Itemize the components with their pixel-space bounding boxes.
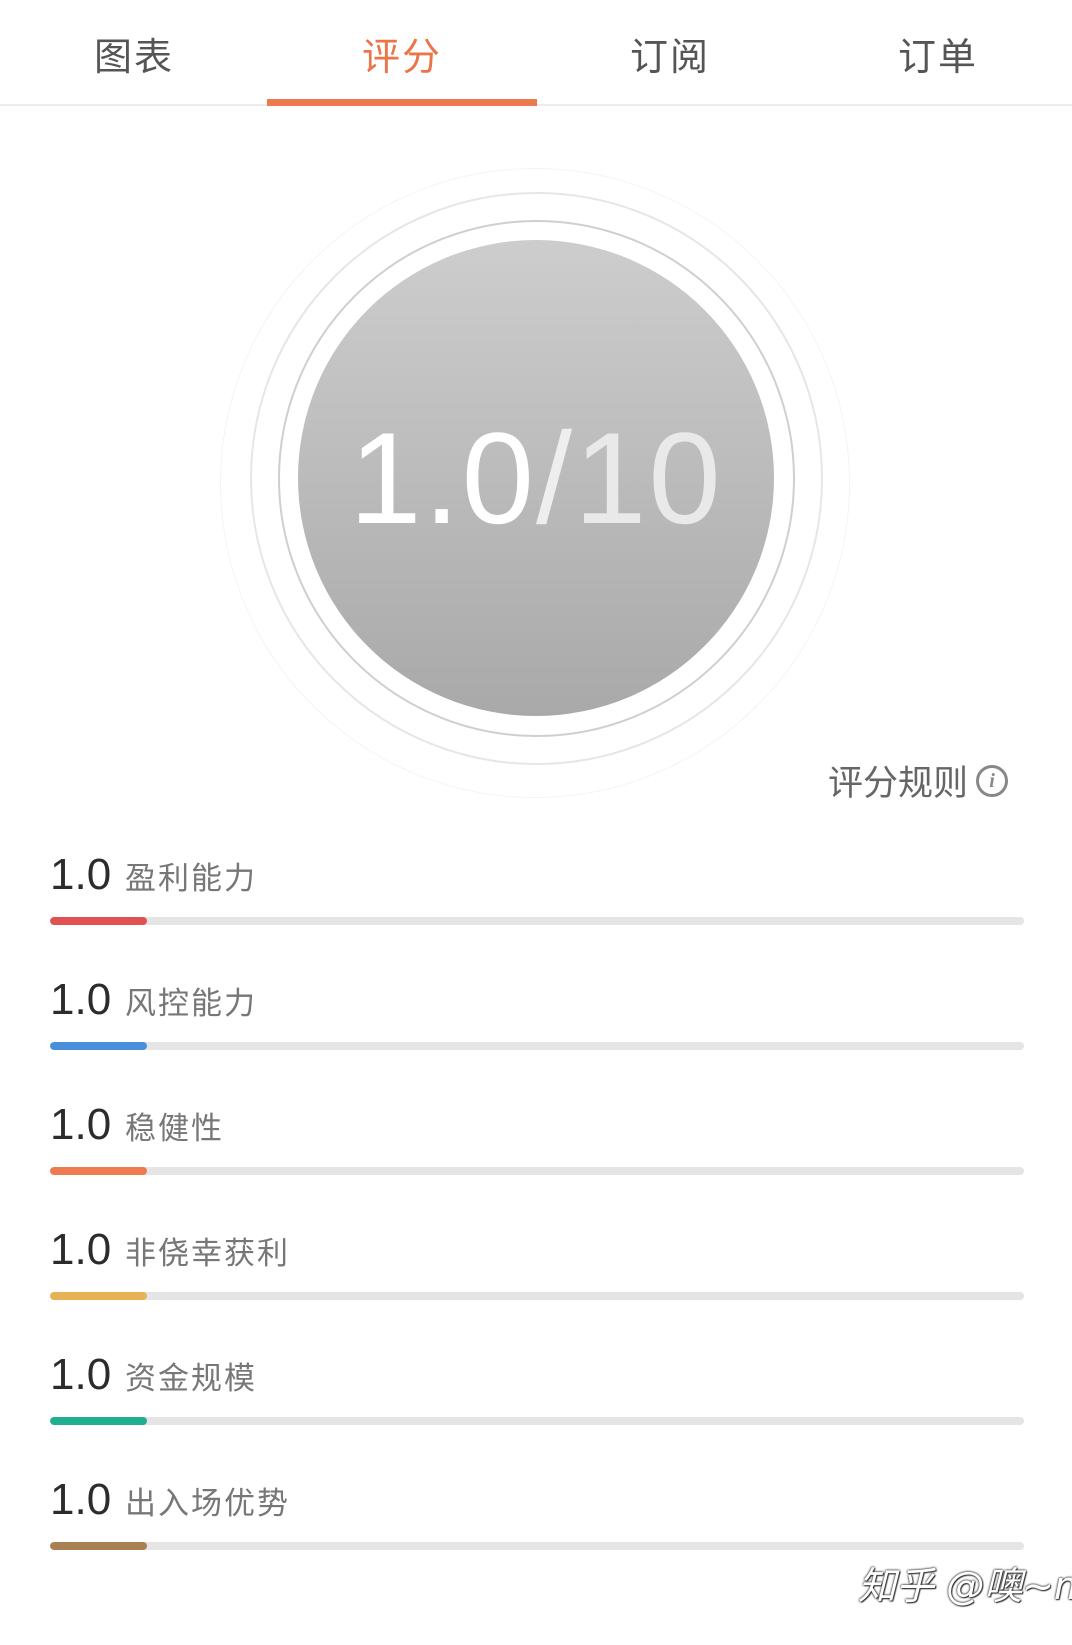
metric-non-luck-profit: 1.0 非侥幸获利 — [50, 1225, 1024, 1335]
metric-value: 1.0 — [50, 975, 112, 1024]
metric-track — [50, 1292, 1024, 1300]
metric-value: 1.0 — [50, 1225, 112, 1274]
metric-fill — [50, 1042, 148, 1050]
metric-fill — [50, 1417, 148, 1425]
score-disc: 1.0/10 — [298, 240, 774, 716]
metric-label: 风控能力 — [125, 986, 257, 1022]
scoring-rules-label: 评分规则 — [828, 764, 969, 804]
metric-track — [50, 1542, 1024, 1550]
metric-fill — [50, 1167, 148, 1175]
tab-orders[interactable]: 订单 — [804, 0, 1072, 106]
metric-track — [50, 917, 1024, 925]
tab-chart[interactable]: 图表 — [0, 0, 268, 106]
metric-track — [50, 1042, 1024, 1050]
tab-bar: 图表 评分 订阅 订单 — [0, 0, 1072, 106]
metric-profitability: 1.0 盈利能力 — [50, 850, 1024, 960]
score-separator: / — [535, 405, 575, 551]
metric-track — [50, 1417, 1024, 1425]
tab-score[interactable]: 评分 — [268, 0, 536, 106]
metric-risk-control: 1.0 风控能力 — [50, 975, 1024, 1085]
watermark: 知乎 @噢~mk — [858, 1564, 1072, 1608]
metric-value: 1.0 — [50, 1475, 112, 1524]
metric-fill — [50, 917, 148, 925]
tab-subscribe[interactable]: 订阅 — [536, 0, 804, 106]
metric-value: 1.0 — [50, 850, 112, 899]
metric-label: 资金规模 — [125, 1361, 257, 1397]
metric-fill — [50, 1542, 148, 1550]
active-tab-indicator — [267, 99, 537, 106]
metric-capital-scale: 1.0 资金规模 — [50, 1350, 1024, 1460]
metric-value: 1.0 — [50, 1100, 112, 1149]
info-icon[interactable]: i — [976, 764, 1009, 797]
metric-label: 非侥幸获利 — [125, 1236, 290, 1272]
metric-stability: 1.0 稳健性 — [50, 1100, 1024, 1210]
metric-label: 出入场优势 — [125, 1486, 290, 1522]
metric-fill — [50, 1292, 148, 1300]
metric-label: 稳健性 — [125, 1111, 224, 1147]
score-value: 1.0 — [349, 405, 536, 551]
scoring-rules-link[interactable]: 评分规则 i — [828, 755, 1009, 806]
metric-value: 1.0 — [50, 1350, 112, 1399]
metric-track — [50, 1167, 1024, 1175]
metric-label: 盈利能力 — [125, 861, 257, 897]
score-max: 10 — [574, 405, 723, 551]
